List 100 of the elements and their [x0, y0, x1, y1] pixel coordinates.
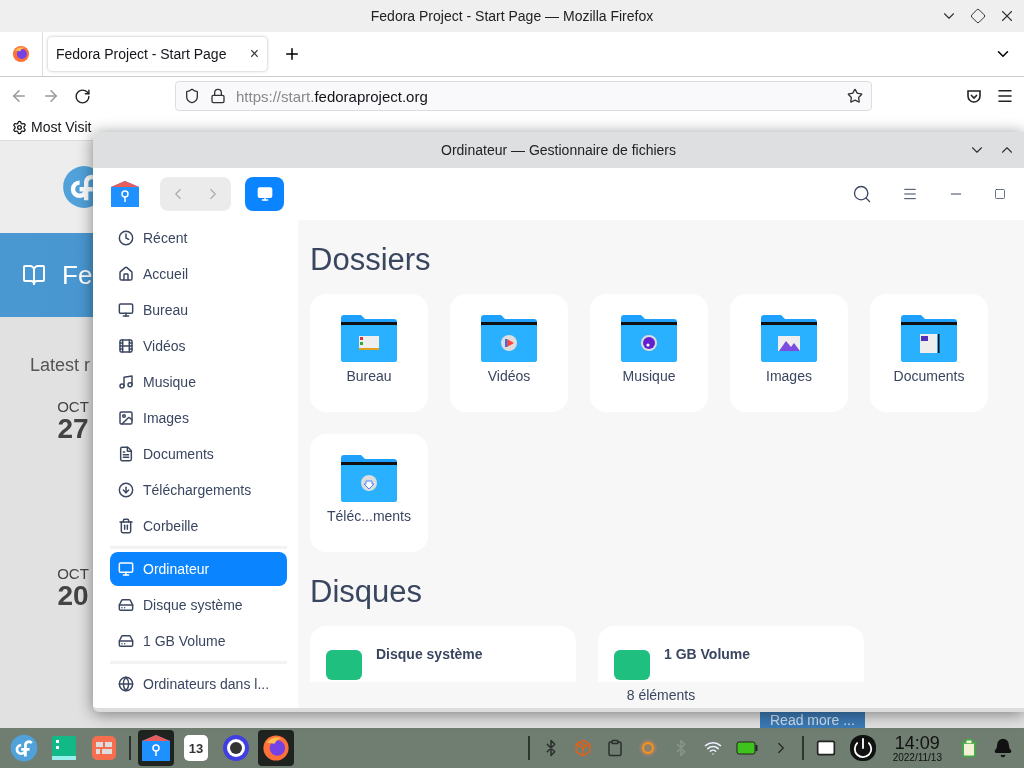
folder-card[interactable]: Vidéos [450, 294, 568, 412]
star-icon[interactable] [847, 88, 863, 105]
section-heading: Latest r [30, 355, 91, 376]
maximize-icon[interactable] [994, 188, 1006, 200]
monitor-icon [256, 186, 273, 202]
trash-icon [959, 738, 979, 758]
folder-label: Images [766, 368, 812, 384]
lock-icon [210, 88, 226, 105]
sidebar-item[interactable]: Ordinateurs dans l... [110, 667, 287, 701]
document-icon [118, 446, 134, 462]
sidebar-item[interactable]: Documents [110, 437, 287, 471]
sidebar-label: Ordinateurs dans l... [143, 676, 270, 692]
firefox-icon[interactable] [12, 45, 30, 64]
section-heading: Dossiers [310, 242, 432, 278]
launcher-button[interactable] [138, 730, 174, 766]
bell-icon [993, 738, 1013, 758]
file-manager-icon [141, 733, 171, 763]
news-day: 20 [57, 582, 89, 610]
browser-tab[interactable]: Fedora Project - Start Page × [48, 37, 267, 72]
tab-close-button[interactable]: × [249, 45, 259, 64]
status-text: 8 éléments [625, 686, 697, 705]
sidebar-label: Vidéos [143, 338, 186, 354]
sidebar-item[interactable]: Musique [110, 365, 287, 399]
clock-time: 14:09 [894, 733, 940, 752]
bookmark-folder[interactable]: Most Visit [31, 119, 92, 136]
sidebar-item[interactable]: 1 GB Volume [110, 624, 287, 658]
computer-button[interactable] [245, 177, 284, 211]
clock-date: 2022/11/13 [892, 751, 942, 763]
clipboard-icon[interactable] [605, 739, 624, 757]
sidebar-label: Documents [143, 446, 214, 462]
calendar-day: 13 [184, 735, 208, 761]
folder-card[interactable]: Téléc...ments [310, 434, 428, 552]
launcher-button[interactable]: 13 [178, 730, 214, 766]
sidebar-item[interactable]: Récent [110, 221, 287, 255]
clock-icon [118, 230, 134, 246]
folder-icon [341, 454, 397, 502]
film-icon [118, 338, 134, 354]
image-icon [118, 410, 134, 426]
menu-icon[interactable] [902, 186, 918, 202]
pocket-icon[interactable] [966, 88, 982, 105]
search-icon[interactable] [852, 184, 872, 204]
sidebar-label: 1 GB Volume [143, 633, 226, 649]
disk-name: 1 GB Volume [664, 646, 751, 662]
sidebar-label: Images [143, 410, 189, 426]
clock[interactable]: 14:09 2022/11/13 [892, 733, 942, 763]
sidebar-item[interactable]: Disque système [110, 588, 287, 622]
folder-label: Musique [622, 368, 676, 384]
file-manager-icon [110, 179, 140, 209]
panels-icon [91, 735, 117, 761]
folder-icon [761, 314, 817, 362]
drive-icon [326, 650, 362, 680]
folder-card[interactable]: Bureau [310, 294, 428, 412]
news-month: OCT [57, 565, 89, 582]
sidebar-label: Accueil [143, 266, 189, 282]
home-icon [118, 266, 134, 282]
sidebar-item[interactable]: Ordinateur [110, 552, 287, 586]
drive-icon [614, 650, 650, 680]
section-heading: Disques [310, 574, 423, 610]
reload-icon[interactable] [74, 87, 91, 105]
folder-icon [621, 314, 677, 362]
power-icon [849, 735, 876, 761]
shield-icon [184, 88, 200, 105]
folder-card[interactable]: Images [730, 294, 848, 412]
sidebar-label: Disque système [143, 597, 243, 613]
folder-icon [341, 314, 397, 362]
firefox-icon [262, 734, 290, 762]
sidebar-label: Récent [143, 230, 188, 246]
sidebar-label: Téléchargements [143, 482, 252, 498]
folder-label: Documents [893, 368, 965, 384]
sidebar-item[interactable]: Bureau [110, 293, 287, 327]
banner-title: Fe [62, 259, 93, 291]
disk-name: Disque système [376, 646, 483, 662]
book-icon [22, 263, 46, 287]
folder-card[interactable]: Musique [590, 294, 708, 412]
sidebar-item[interactable]: Corbeille [110, 509, 287, 543]
disk-card[interactable]: 1 GB Volume [598, 626, 864, 682]
folder-icon [901, 314, 957, 362]
wifi-icon[interactable] [703, 739, 722, 757]
folder-label: Téléc...ments [327, 508, 411, 524]
gear-icon [222, 734, 250, 762]
folder-label: Bureau [346, 368, 392, 384]
battery-icon[interactable] [735, 741, 758, 755]
window-title: Ordinateur — Gestionnaire de fichiers [441, 142, 676, 158]
sidebar-item[interactable]: Vidéos [110, 329, 287, 363]
music-note-icon [118, 374, 134, 390]
disk-card[interactable]: Disque système [310, 626, 576, 682]
tab-title: Fedora Project - Start Page [56, 46, 227, 63]
folder-card[interactable]: Documents [870, 294, 988, 412]
url-field[interactable]: https://start.fedoraproject.org [175, 81, 872, 112]
sidebar-item[interactable]: Images [110, 401, 287, 435]
launcher-button[interactable] [258, 730, 294, 766]
drive-icon [118, 633, 134, 649]
globe-icon [118, 676, 134, 692]
sidebar-item[interactable]: Téléchargements [110, 473, 287, 507]
fedora-logo-icon [10, 734, 38, 762]
sidebar-item[interactable]: Accueil [110, 257, 287, 291]
gear-icon [12, 119, 27, 135]
news-day: 27 [57, 415, 89, 443]
computer-icon [118, 561, 134, 577]
maximize-icon[interactable] [970, 8, 986, 25]
